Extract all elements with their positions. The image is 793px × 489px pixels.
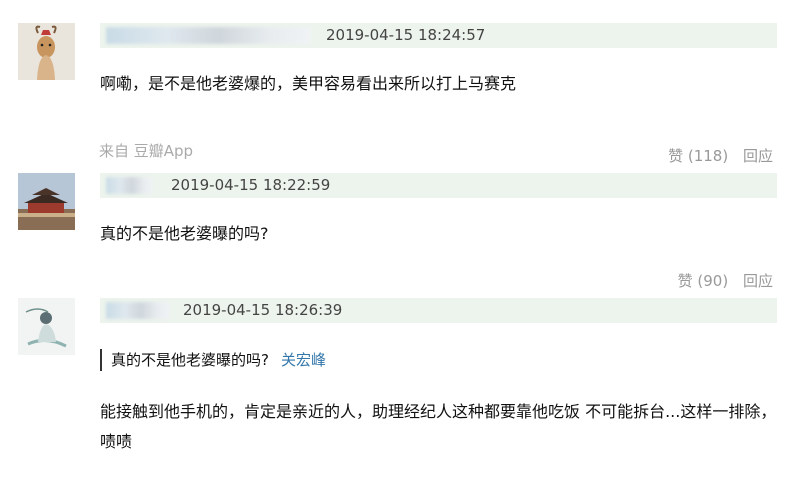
quote-text: 真的不是他老婆曝的吗? [111, 351, 269, 369]
username-blurred[interactable] [106, 27, 311, 44]
comment-source: 来自 豆瓣App [99, 142, 194, 160]
comment-text: 能接触到他手机的，肯定是亲近的人，助理经纪人这种都要靠他吃饭 不可能拆台...这… [100, 402, 777, 451]
comment-meta: 2019-04-15 18:24:57 [100, 23, 777, 48]
comment-meta: 2019-04-15 18:22:59 [100, 173, 777, 198]
comment-text: 真的不是他老婆曝的吗? [100, 224, 269, 243]
comment-time: 2019-04-15 18:24:57 [326, 26, 486, 44]
like-button[interactable]: 赞 (90) [678, 272, 729, 290]
like-button[interactable]: 赞 (118) [668, 147, 728, 165]
comment-actions: 赞 (118) 回应 [658, 145, 773, 166]
quote-author-link[interactable]: 关宏峰 [281, 351, 326, 369]
comment-text: 啊嘞，是不是他老婆爆的，美甲容易看出来所以打上马赛克 [100, 74, 517, 93]
username-blurred[interactable] [106, 302, 170, 319]
reply-button[interactable]: 回应 [743, 272, 773, 290]
comment-actions: 赞 (90) 回应 [668, 270, 773, 291]
avatar[interactable] [18, 173, 75, 230]
comment-time: 2019-04-15 18:26:39 [183, 301, 343, 319]
avatar[interactable] [18, 298, 75, 355]
username-blurred[interactable] [106, 177, 153, 194]
reply-button[interactable]: 回应 [743, 147, 773, 165]
quoted-comment: 真的不是他老婆曝的吗? 关宏峰 [100, 349, 326, 371]
comment-meta: 2019-04-15 18:26:39 [100, 298, 777, 323]
avatar[interactable] [18, 23, 75, 80]
comment-time: 2019-04-15 18:22:59 [171, 176, 331, 194]
